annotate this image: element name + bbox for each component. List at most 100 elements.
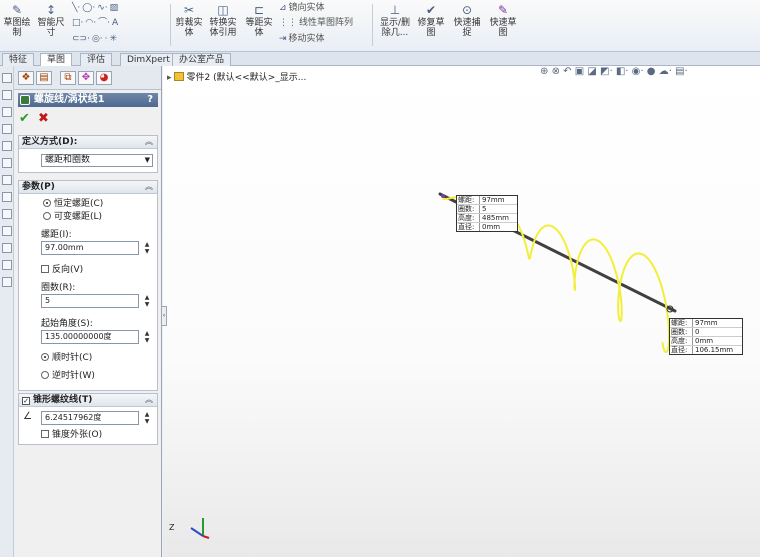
taper-helix-group: ✓ 锥形螺纹线(T) ︽ ∠ 6.24517962度 ▲ ▼ 锥度外张(O) — [18, 393, 158, 445]
start-angle-input[interactable]: 135.00000000度 — [41, 330, 139, 344]
variable-pitch-radio[interactable]: 可变螺距(L) — [43, 212, 102, 222]
display-relations-button[interactable]: ⊥ 显示/删 除几... — [377, 3, 413, 38]
tab-dimxpert[interactable]: DimXpert — [120, 53, 177, 66]
counterclockwise-label: 逆时针(W) — [52, 371, 95, 381]
rapid-sketch-button[interactable]: ✎ 快速草 图 — [488, 3, 518, 38]
checkbox-box — [41, 265, 49, 273]
offset-icon: ⊏ — [253, 3, 265, 17]
pm-title-bar: 螺旋线/涡状线1 ? — [18, 93, 158, 107]
collapse-chevron-icon[interactable]: ︽ — [145, 394, 153, 406]
pm-tab-bar: ❖ ▤ ⧉ ✥ ◕ — [14, 66, 161, 90]
tab-features[interactable]: 特征 — [2, 53, 35, 66]
slot-tool[interactable]: ⊂⊃· ◎· · ✳ — [72, 34, 119, 45]
configuration-tab[interactable]: ⧉ — [60, 71, 76, 85]
repair-sketch-button[interactable]: ✔ 修复草 图 — [416, 3, 446, 38]
strip-tool-icon[interactable] — [2, 243, 12, 253]
pitch-spinner[interactable]: ▲ ▼ — [143, 241, 151, 255]
taper-angle-spinner[interactable]: ▲ ▼ — [143, 411, 151, 425]
counterclockwise-radio[interactable]: 逆时针(W) — [41, 371, 95, 381]
line-tool[interactable]: ╲· ◯· ∿· ▨ — [72, 3, 120, 14]
callout-key: 螺距: — [671, 319, 688, 327]
quick-snaps-button[interactable]: ⊙ 快速捕 捉 — [452, 3, 482, 38]
trim-button[interactable]: ✂ 剪裁实 体 — [174, 3, 204, 38]
revolutions-input[interactable]: 5 — [41, 294, 139, 308]
constant-pitch-radio[interactable]: 恒定螺距(C) — [43, 199, 103, 209]
taper-angle-input[interactable]: 6.24517962度 — [41, 411, 139, 425]
dimxpert-tab[interactable]: ✥ — [78, 71, 94, 85]
callout-top[interactable]: 螺距: 97mm 圈数: 5 高度: 485mm 直径: 0mm — [456, 195, 518, 232]
smart-dimension-button[interactable]: ↕ 智能尺 寸 — [36, 3, 66, 38]
pitch-input[interactable]: 97.00mm — [41, 241, 139, 255]
convert-entities-button[interactable]: ◫ 转换实 体引用 — [206, 3, 240, 38]
taper-angle-icon: ∠ — [23, 411, 32, 422]
mirror-icon: ⊿ — [279, 3, 287, 13]
sketch-button[interactable]: ✎ 草图绘 制 — [2, 3, 32, 38]
callout-value: 0mm — [692, 337, 742, 345]
strip-tool-icon[interactable] — [2, 192, 12, 202]
parameters-header[interactable]: 参数(P) ︽ — [19, 181, 157, 194]
sketch-label: 草图绘 制 — [3, 18, 31, 38]
rectangle-tool[interactable]: □· ◠· ⌒· A — [72, 18, 120, 29]
revolutions-label: 圈数(R): — [41, 283, 76, 293]
strip-tool-icon[interactable] — [2, 277, 12, 287]
reverse-direction-checkbox[interactable]: 反向(V) — [41, 265, 83, 275]
taper-outward-checkbox[interactable]: 锥度外张(O) — [41, 430, 102, 440]
linear-label: 线性草图阵列 — [299, 18, 354, 28]
revolutions-spinner[interactable]: ▲ ▼ — [143, 294, 151, 308]
ok-checkmark-icon[interactable]: ✔ — [19, 111, 30, 126]
strip-tool-icon[interactable] — [2, 124, 12, 134]
strip-tool-icon[interactable] — [2, 141, 12, 151]
strip-tool-icon[interactable] — [2, 73, 12, 83]
taper-outward-label: 锥度外张(O) — [52, 430, 103, 440]
define-by-label: 定义方式(D): — [22, 137, 78, 147]
property-manager-tab[interactable]: ▤ — [36, 71, 52, 85]
reverse-label: 反向(V) — [52, 265, 84, 275]
tab-evaluate[interactable]: 评估 — [80, 53, 113, 66]
mirror-entities-button[interactable]: ⊿ 镜向实体 — [279, 3, 325, 14]
taper-helix-checkbox[interactable]: ✓ — [22, 397, 30, 405]
strip-tool-icon[interactable] — [2, 158, 12, 168]
parameters-label: 参数(P) — [22, 182, 55, 192]
callout-bottom[interactable]: 螺距: 97mm 圈数: 0 高度: 0mm 直径: 106.15mm — [669, 318, 743, 355]
strip-tool-icon[interactable] — [2, 260, 12, 270]
ribbon-separator — [372, 4, 373, 46]
move-entities-button[interactable]: ⇥ 移动实体 — [279, 34, 325, 45]
radio-dot — [43, 199, 51, 207]
ribbon-separator — [170, 4, 171, 46]
tab-office-products[interactable]: 办公室产品 — [172, 53, 232, 66]
strip-tool-icon[interactable] — [2, 175, 12, 185]
strip-tool-icon[interactable] — [2, 209, 12, 219]
callout-key: 圈数: — [458, 205, 475, 213]
pencil-icon: ✎ — [11, 3, 23, 17]
collapse-chevron-icon[interactable]: ︽ — [145, 136, 153, 148]
define-by-header[interactable]: 定义方式(D): ︽ — [19, 136, 157, 149]
graphics-area[interactable]: ‹ ▸ 零件2 (默认<<默认>_显示... ⊕ ⊗ ↶ ▣ ◪ ◩· ◧· ◉·… — [161, 66, 760, 557]
parameters-group: 参数(P) ︽ 恒定螺距(C) 可变螺距(L) 螺距(I): 97.00mm ▲… — [18, 180, 158, 391]
offset-label: 等距实 体 — [245, 18, 273, 38]
helix-end-point[interactable] — [441, 194, 445, 198]
taper-helix-header[interactable]: ✓ 锥形螺纹线(T) ︽ — [19, 394, 157, 407]
move-label: 移动实体 — [288, 34, 325, 44]
callout-value: 0mm — [479, 223, 517, 231]
define-by-value: 螺距和圈数 — [45, 155, 91, 165]
strip-tool-icon[interactable] — [2, 90, 12, 100]
callout-key: 高度: — [671, 337, 688, 345]
linear-pattern-button[interactable]: ⋮⋮ 线性草图阵列 — [279, 18, 353, 29]
cancel-x-icon[interactable]: ✖ — [38, 111, 49, 126]
checkbox-box — [41, 430, 49, 438]
taper-helix-label: 锥形螺纹线(T) — [33, 395, 93, 405]
define-by-select[interactable]: 螺距和圈数 ▼ — [41, 154, 153, 167]
collapse-chevron-icon[interactable]: ︽ — [145, 181, 153, 193]
start-angle-spinner[interactable]: ▲ ▼ — [143, 330, 151, 344]
appearance-tab[interactable]: ◕ — [96, 71, 112, 85]
pattern-icon: ⋮⋮ — [279, 18, 297, 28]
feature-manager-tab[interactable]: ❖ — [18, 71, 34, 85]
repair-label: 修复草 图 — [417, 18, 445, 38]
strip-tool-icon[interactable] — [2, 107, 12, 117]
offset-entities-button[interactable]: ⊏ 等距实 体 — [244, 3, 274, 38]
strip-tool-icon[interactable] — [2, 226, 12, 236]
tab-sketch[interactable]: 草图 — [40, 53, 73, 67]
clockwise-radio[interactable]: 顺时针(C) — [41, 353, 92, 363]
mirror-label: 镜向实体 — [288, 3, 325, 13]
help-button[interactable]: ? — [147, 93, 153, 107]
